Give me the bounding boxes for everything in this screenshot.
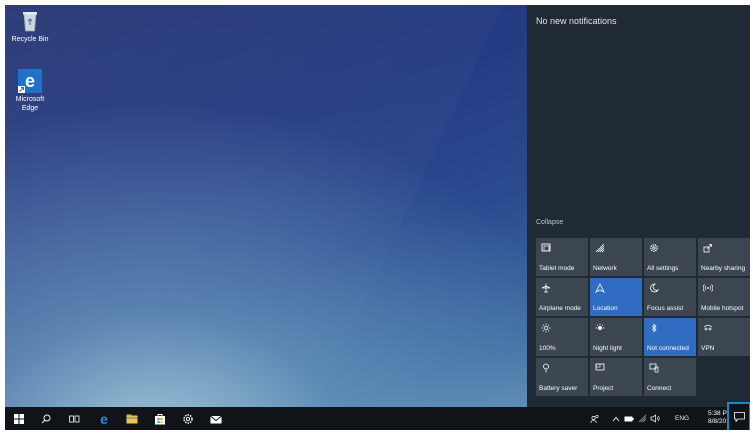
- quick-action-label: Mobile hotspot: [701, 305, 744, 312]
- network-icon: [638, 414, 646, 423]
- quick-action-label: 100%: [539, 345, 556, 352]
- battery-icon: [624, 416, 634, 421]
- people-icon: [590, 414, 599, 423]
- desktop-icon-label: Microsoft: [15, 96, 45, 103]
- gear-icon: [650, 244, 658, 252]
- connect-icon: [649, 363, 659, 373]
- screen: Recycle Bin e Microsoft Edge No new noti…: [5, 5, 750, 430]
- share-icon: [703, 244, 712, 253]
- taskbar-edge-button[interactable]: e: [93, 407, 115, 430]
- folder-icon: [126, 414, 138, 423]
- quick-action-all-settings[interactable]: All settings: [644, 238, 696, 276]
- taskbar-clock[interactable]: 5:38 PM 8/8/2019: [708, 410, 728, 426]
- clock-date: 8/8/2019: [708, 418, 728, 425]
- quick-action-mobile-hotspot[interactable]: Mobile hotspot: [698, 278, 750, 316]
- quick-action-label: Nearby sharing: [701, 265, 746, 272]
- notifications-title: No new notifications: [536, 16, 617, 26]
- quick-action-label: Connect: [647, 385, 672, 392]
- hotspot-icon: [703, 284, 713, 292]
- taskbar-file-explorer-button[interactable]: [121, 407, 143, 430]
- quick-action-label: Project: [593, 385, 614, 392]
- quick-action-tablet-mode[interactable]: Tablet mode: [536, 238, 588, 276]
- quick-action-label: Airplane mode: [539, 305, 581, 312]
- taskbar: e ENG 5:38 PM 8/8/20: [5, 402, 750, 430]
- search-button[interactable]: [35, 407, 57, 430]
- task-view-button[interactable]: [63, 407, 85, 430]
- quick-actions-grid: Tablet mode Network All settings Nearby …: [536, 238, 750, 396]
- quick-action-location[interactable]: Location: [590, 278, 642, 316]
- brightness-icon: [541, 323, 551, 333]
- search-icon: [41, 414, 51, 423]
- quick-action-battery-saver[interactable]: Battery saver: [536, 358, 588, 396]
- desktop-icon-microsoft-edge[interactable]: e Microsoft Edge: [7, 69, 53, 113]
- project-icon: [595, 363, 605, 371]
- quick-action-network[interactable]: Network: [590, 238, 642, 276]
- edge-icon: e: [18, 69, 42, 93]
- start-button[interactable]: [8, 407, 30, 430]
- quick-action-empty-slot: [698, 358, 750, 396]
- collapse-link[interactable]: Collapse: [536, 219, 563, 226]
- language-indicator[interactable]: ENG: [675, 415, 689, 422]
- network-tray-button[interactable]: [636, 407, 648, 430]
- recycle-bin-icon: [18, 9, 42, 33]
- notification-icon: [733, 412, 745, 422]
- quick-action-brightness[interactable]: 100%: [536, 318, 588, 356]
- edge-icon: e: [100, 413, 108, 425]
- network-icon: [595, 243, 605, 253]
- moon-icon: [650, 283, 659, 293]
- clock-time: 5:38 PM: [708, 410, 728, 417]
- taskbar-mail-button[interactable]: [205, 407, 227, 430]
- quick-action-label: Network: [593, 265, 617, 272]
- quick-action-label: VPN: [701, 345, 715, 352]
- desktop-icon-recycle-bin[interactable]: Recycle Bin: [7, 9, 53, 44]
- people-button[interactable]: [588, 407, 602, 430]
- bluetooth-icon: [651, 323, 657, 333]
- quick-action-vpn[interactable]: VPN: [698, 318, 750, 356]
- battery-saver-icon: [543, 363, 549, 373]
- action-center-panel: No new notifications Collapse Tablet mod…: [527, 5, 750, 407]
- quick-action-night-light[interactable]: Night light: [590, 318, 642, 356]
- night-light-icon: [595, 323, 605, 330]
- battery-tray-button[interactable]: [623, 407, 635, 430]
- show-hidden-icons-button[interactable]: [610, 407, 622, 430]
- volume-tray-button[interactable]: [648, 407, 661, 430]
- gear-icon: [183, 413, 193, 424]
- airplane-icon: [541, 283, 551, 293]
- vpn-icon: [703, 324, 713, 331]
- quick-action-connect[interactable]: Connect: [644, 358, 696, 396]
- store-icon: [155, 413, 165, 424]
- windows-logo-icon: [14, 413, 24, 424]
- quick-action-label: All settings: [647, 265, 679, 272]
- desktop-icon-label: Edge: [21, 105, 39, 112]
- quick-action-label: Tablet mode: [539, 265, 575, 272]
- quick-action-bluetooth[interactable]: Not connected: [644, 318, 696, 356]
- quick-action-focus-assist[interactable]: Focus assist: [644, 278, 696, 316]
- location-icon: [595, 283, 605, 293]
- quick-action-project[interactable]: Project: [590, 358, 642, 396]
- taskbar-store-button[interactable]: [149, 407, 171, 430]
- mail-icon: [210, 415, 222, 423]
- svg-text:e: e: [100, 413, 108, 425]
- quick-action-label: Not connected: [647, 345, 689, 352]
- quick-action-label: Battery saver: [539, 385, 578, 392]
- volume-icon: [650, 414, 660, 423]
- quick-action-label: Focus assist: [647, 305, 684, 312]
- quick-action-label: Night light: [593, 345, 622, 352]
- quick-action-label: Location: [593, 305, 618, 312]
- quick-action-airplane-mode[interactable]: Airplane mode: [536, 278, 588, 316]
- quick-action-nearby-sharing[interactable]: Nearby sharing: [698, 238, 750, 276]
- taskbar-settings-button[interactable]: [177, 407, 199, 430]
- chevron-up-icon: [612, 416, 620, 421]
- task-view-icon: [68, 415, 79, 422]
- tablet-icon: [541, 243, 551, 252]
- desktop-icon-label: Recycle Bin: [11, 36, 49, 43]
- svg-text:e: e: [25, 71, 35, 91]
- action-center-button[interactable]: [727, 402, 750, 430]
